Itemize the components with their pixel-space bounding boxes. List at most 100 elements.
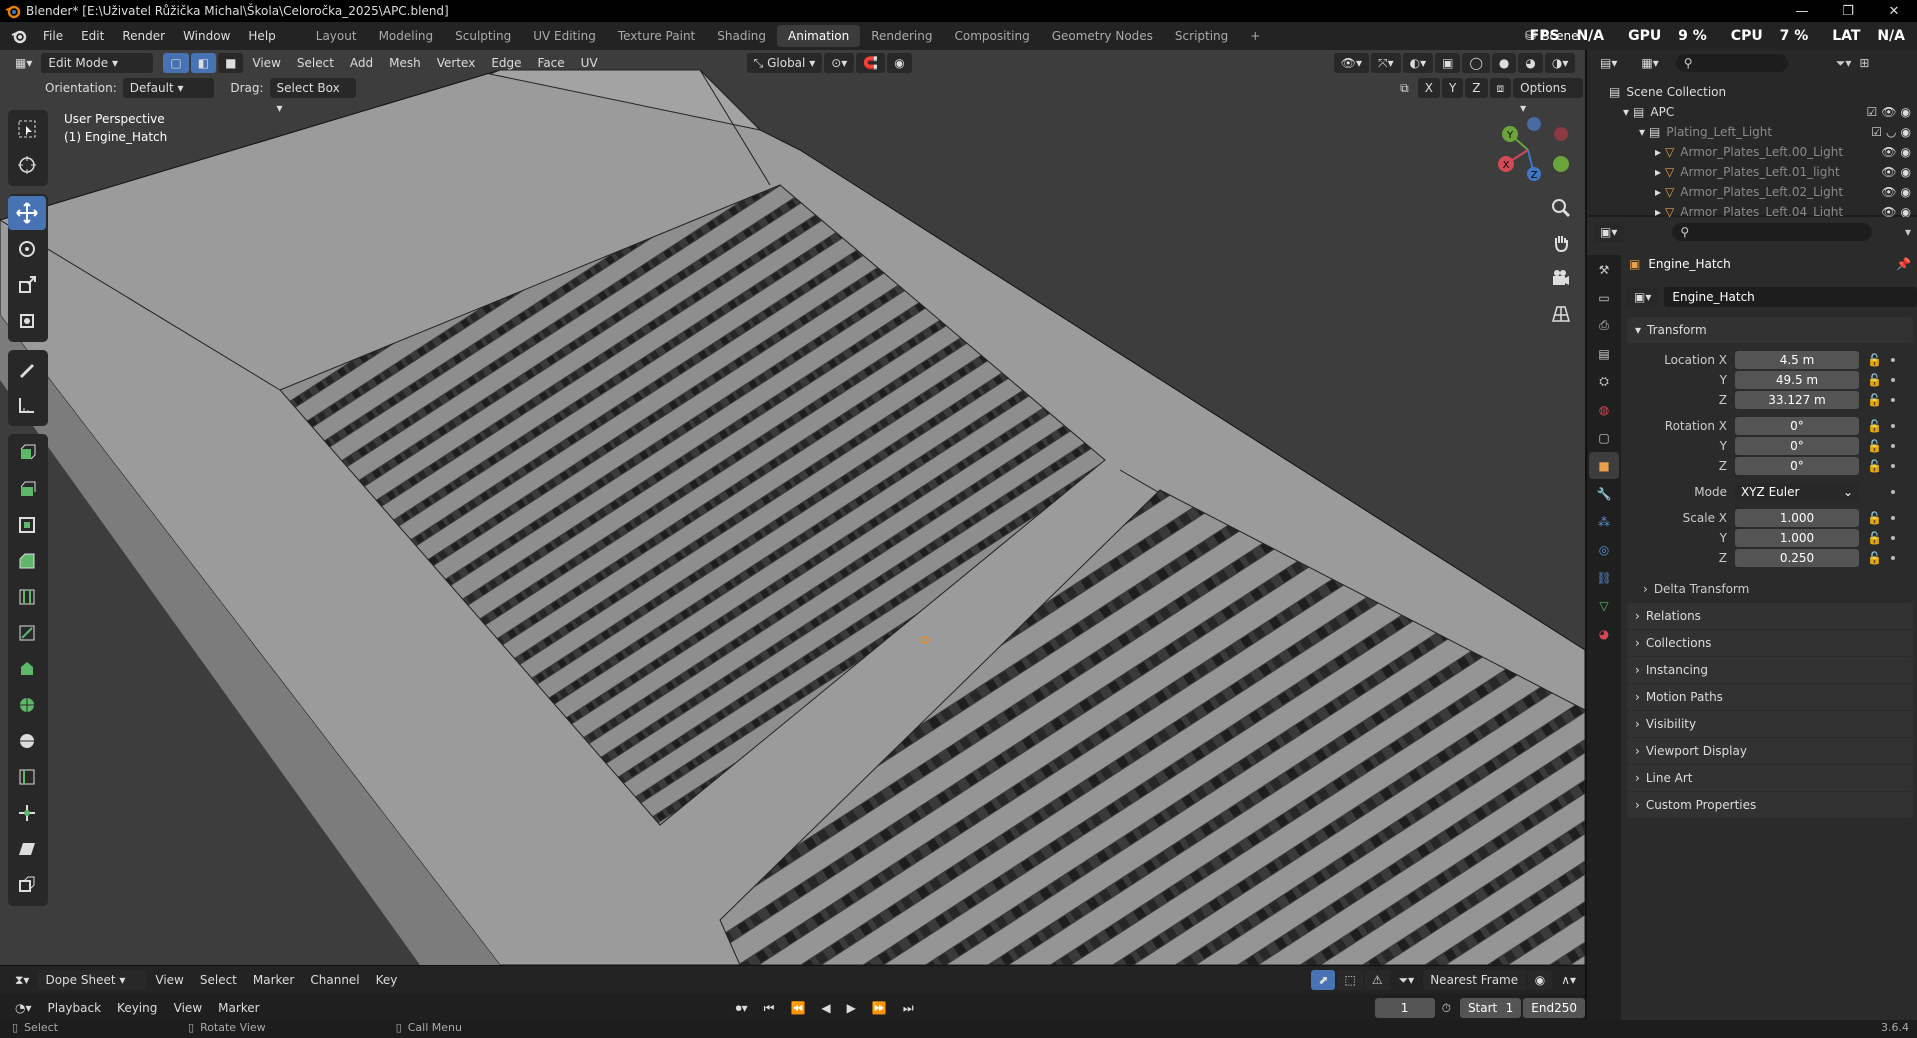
- lock-icon[interactable]: 🔓: [1867, 439, 1882, 453]
- rip-region-tool-icon[interactable]: [8, 868, 46, 902]
- datablock-name-field[interactable]: Engine_Hatch: [1664, 287, 1917, 307]
- dopesheet-mode-dropdown[interactable]: Dope Sheet ▾: [38, 969, 147, 990]
- outliner-row-armor-02[interactable]: ▸ ▽ Armor_Plates_Left.02_Light 👁 ◉: [1587, 182, 1917, 202]
- select-box-tool-icon[interactable]: [8, 112, 46, 146]
- snap-icon[interactable]: 🧲: [856, 53, 886, 73]
- line-art-panel-header[interactable]: › Line Art: [1627, 765, 1913, 791]
- visibility-panel-header[interactable]: › Visibility: [1627, 711, 1913, 737]
- zoom-icon[interactable]: [1546, 193, 1576, 223]
- outliner-row-armor-01[interactable]: ▸ ▽ Armor_Plates_Left.01_light 👁 ◉: [1587, 162, 1917, 182]
- expand-arrow-icon[interactable]: ▾: [1639, 125, 1645, 139]
- view-layer-tab-icon[interactable]: ▤: [1589, 340, 1619, 367]
- timeline-marker-menu[interactable]: Marker: [211, 998, 266, 1018]
- menu-vertex[interactable]: Vertex: [430, 53, 483, 73]
- keyframe-dot-icon[interactable]: [1891, 398, 1895, 402]
- loop-cut-tool-icon[interactable]: [8, 580, 46, 614]
- keyframe-dot-icon[interactable]: [1891, 490, 1895, 494]
- start-frame-field[interactable]: Start 1: [1459, 997, 1522, 1018]
- falloff-icon[interactable]: ∧▾: [1554, 970, 1583, 990]
- jump-keyframe-forward-icon[interactable]: ⏩: [865, 998, 894, 1018]
- render-tab-icon[interactable]: ▭: [1589, 284, 1619, 311]
- keyframe-dot-icon[interactable]: [1891, 516, 1895, 520]
- face-select-icon[interactable]: ■: [218, 53, 244, 73]
- dopesheet-menu-key[interactable]: Key: [369, 970, 405, 990]
- spin-tool-icon[interactable]: [8, 688, 46, 722]
- lock-icon[interactable]: 🔓: [1867, 531, 1882, 545]
- rotate-tool-icon[interactable]: [8, 232, 46, 266]
- menu-window[interactable]: Window: [174, 22, 239, 50]
- expand-arrow-icon[interactable]: ▸: [1655, 145, 1661, 159]
- end-frame-field[interactable]: End 250: [1523, 997, 1585, 1018]
- filter-icon[interactable]: ⏷▾: [1392, 970, 1422, 990]
- keyframe-dot-icon[interactable]: [1891, 536, 1895, 540]
- timeline-view-menu[interactable]: View: [167, 998, 209, 1018]
- scale-z-field[interactable]: 0.250: [1735, 549, 1859, 567]
- proportional-icon[interactable]: ◉: [1527, 969, 1553, 990]
- dopesheet-menu-select[interactable]: Select: [193, 970, 244, 990]
- menu-add[interactable]: Add: [343, 53, 380, 73]
- visibility-icon[interactable]: 👁▾: [1333, 53, 1369, 73]
- dopesheet-menu-channel[interactable]: Channel: [303, 970, 366, 990]
- playback-menu[interactable]: Playback ▾: [41, 998, 109, 1035]
- jump-keyframe-back-icon[interactable]: ⏪: [783, 998, 812, 1018]
- preview-range-icon[interactable]: ⏱: [1435, 998, 1458, 1018]
- keyframe-dot-icon[interactable]: [1891, 556, 1895, 560]
- outliner-row-plating[interactable]: ▾ ▤ Plating_Left_Light ☑ ◡ ◉: [1587, 122, 1917, 142]
- menu-help[interactable]: Help: [239, 22, 284, 50]
- snap-mode-dropdown[interactable]: Nearest Frame ▾: [1423, 969, 1526, 1007]
- tab-sculpting[interactable]: Sculpting: [444, 25, 522, 47]
- play-reverse-icon[interactable]: ◀: [814, 998, 837, 1018]
- mirror-icon[interactable]: ⧉: [1393, 78, 1416, 98]
- lock-icon[interactable]: 🔓: [1867, 373, 1882, 387]
- world-tab-icon[interactable]: ◍: [1589, 396, 1619, 423]
- output-tab-icon[interactable]: ⎙: [1589, 312, 1619, 339]
- eye-icon[interactable]: 👁: [1881, 105, 1896, 119]
- blender-menu-icon[interactable]: [10, 27, 28, 45]
- keyframe-dot-icon[interactable]: [1891, 444, 1895, 448]
- cursor-tool-icon[interactable]: [8, 148, 46, 182]
- editor-type-icon[interactable]: ▦▾: [8, 53, 39, 73]
- scale-x-field[interactable]: 1.000: [1735, 509, 1859, 527]
- relations-panel-header[interactable]: › Relations: [1627, 603, 1913, 629]
- menu-render[interactable]: Render: [113, 22, 174, 50]
- shading-material-icon[interactable]: ◕: [1518, 53, 1543, 73]
- collection-tab-icon[interactable]: ▢: [1589, 424, 1619, 451]
- add-cube-tool-icon[interactable]: [8, 436, 46, 470]
- hidden-icon[interactable]: ⬚: [1337, 969, 1363, 990]
- instancing-panel-header[interactable]: › Instancing: [1627, 657, 1913, 683]
- options-dropdown[interactable]: Options ▾: [1513, 78, 1583, 115]
- shrink-fatten-tool-icon[interactable]: [8, 796, 46, 830]
- lock-icon[interactable]: 🔓: [1867, 459, 1882, 473]
- dopesheet-editor-type-icon[interactable]: ⧗▾: [8, 970, 36, 990]
- object-tab-icon[interactable]: ■: [1589, 452, 1619, 479]
- play-icon[interactable]: ▶: [840, 998, 863, 1018]
- mode-dropdown[interactable]: Edit Mode ▾: [41, 53, 154, 73]
- lock-icon[interactable]: 🔓: [1867, 551, 1882, 565]
- annotate-tool-icon[interactable]: [8, 352, 46, 386]
- tab-layout[interactable]: Layout: [305, 25, 368, 47]
- proportional-edit-icon[interactable]: ◉: [887, 53, 912, 73]
- tool-tab-icon[interactable]: ⚒: [1589, 256, 1619, 283]
- orthographic-grid-icon[interactable]: [1546, 298, 1576, 328]
- maximize-button[interactable]: ❐: [1825, 4, 1871, 19]
- eye-hidden-icon[interactable]: ◡: [1886, 125, 1896, 139]
- timeline-editor-type-icon[interactable]: ◔▾: [8, 998, 39, 1018]
- location-x-field[interactable]: 4.5 m: [1735, 351, 1859, 369]
- particles-tab-icon[interactable]: ⁂: [1589, 508, 1619, 535]
- delta-transform-subpanel[interactable]: › Delta Transform: [1623, 576, 1917, 602]
- datablock-browse-icon[interactable]: ▣▾: [1627, 287, 1659, 307]
- move-tool-icon[interactable]: [8, 196, 46, 230]
- smooth-tool-icon[interactable]: [8, 724, 46, 758]
- checkbox-icon[interactable]: ☑: [1867, 105, 1878, 119]
- expand-arrow-icon[interactable]: ▸: [1655, 165, 1661, 179]
- transform-orientation-dropdown[interactable]: ⤡ Global ▾: [746, 53, 823, 73]
- lock-icon[interactable]: 🔓: [1867, 511, 1882, 525]
- keyframe-dot-icon[interactable]: [1891, 378, 1895, 382]
- outliner-row-armor-00[interactable]: ▸ ▽ Armor_Plates_Left.00_Light 👁 ◉: [1587, 142, 1917, 162]
- camera-render-icon[interactable]: ◉: [1901, 105, 1911, 119]
- eye-icon[interactable]: 👁: [1881, 165, 1896, 179]
- camera-render-icon[interactable]: ◉: [1901, 125, 1911, 139]
- tab-texture-paint[interactable]: Texture Paint: [607, 25, 706, 47]
- scale-tool-icon[interactable]: [8, 268, 46, 302]
- tab-animation[interactable]: Animation: [777, 25, 861, 47]
